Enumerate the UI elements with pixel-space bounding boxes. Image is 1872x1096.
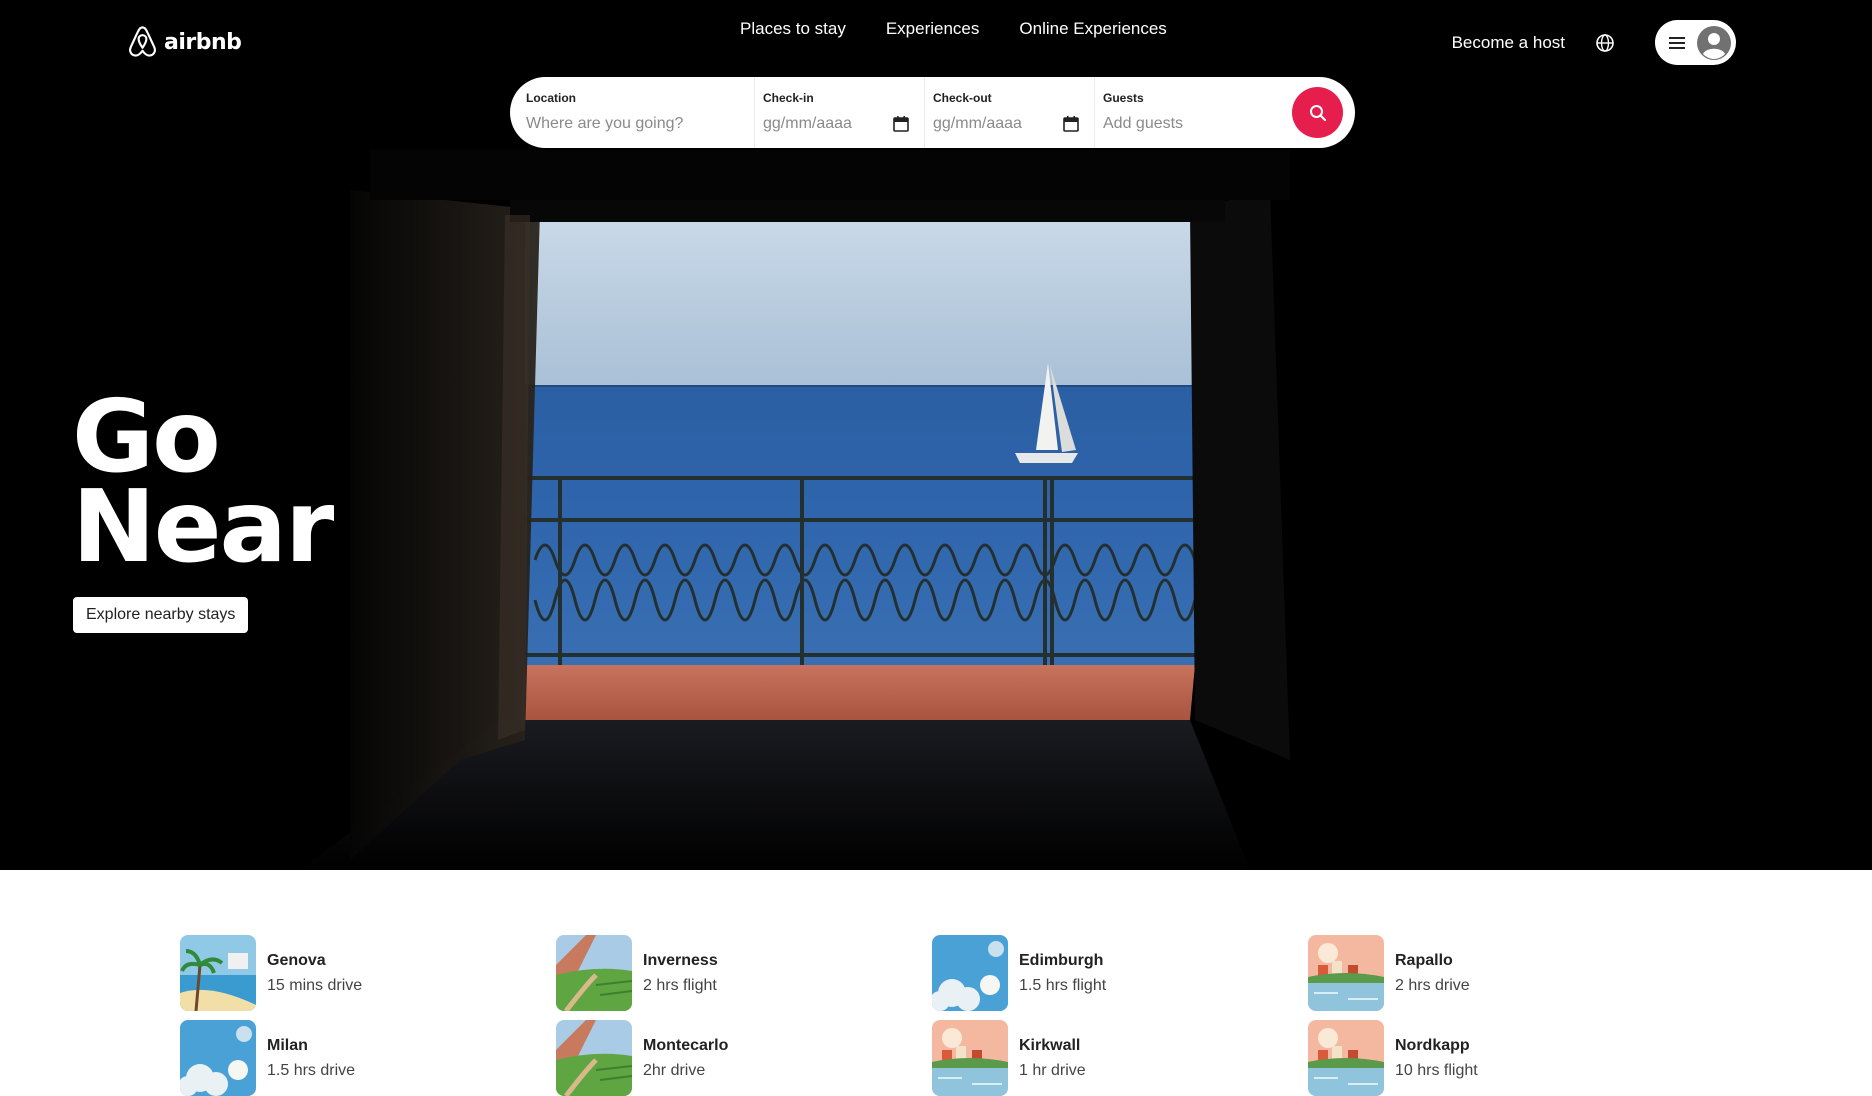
nearby-thumbnail	[180, 1020, 256, 1096]
airbnb-logo-icon	[129, 26, 156, 57]
logo-text: airbnb	[164, 29, 242, 55]
nearby-thumbnail-image	[932, 1020, 1008, 1096]
nearby-city-name: Milan	[267, 1036, 308, 1054]
nearby-thumbnail-image	[556, 935, 632, 1011]
calendar-icon[interactable]	[892, 115, 910, 133]
nearby-item[interactable]: Nordkapp 10 hrs flight	[1308, 1020, 1648, 1096]
nearby-distance: 1.5 hrs drive	[267, 1061, 356, 1079]
nearby-thumbnail-image	[1308, 935, 1384, 1011]
nearby-text: Nordkapp 10 hrs flight	[1395, 1036, 1478, 1081]
airbnb-logo[interactable]: airbnb	[127, 24, 242, 60]
checkin-field: Check-in	[754, 77, 924, 148]
nav-online-experiences[interactable]: Online Experiences	[1019, 19, 1166, 39]
header-actions: Become a host	[1452, 20, 1736, 65]
become-host-link[interactable]: Become a host	[1452, 33, 1565, 53]
checkin-input-wrap	[763, 105, 924, 133]
search-icon	[1309, 104, 1326, 121]
nearby-text: Genova 15 mins drive	[267, 951, 362, 996]
nearby-distance: 10 hrs flight	[1395, 1061, 1478, 1079]
nearby-text: Edimburgh 1.5 hrs flight	[1019, 951, 1106, 996]
nearby-distance: 1.5 hrs flight	[1019, 976, 1107, 994]
checkout-input-wrap	[933, 105, 1094, 133]
nearby-thumbnail	[932, 1020, 1008, 1096]
nearby-distance: 15 mins drive	[267, 976, 363, 994]
nearby-item[interactable]: Montecarlo 2hr drive	[556, 1020, 896, 1096]
guests-field: Guests	[1094, 77, 1274, 148]
guests-label: Guests	[1103, 91, 1144, 105]
nearby-thumbnail	[932, 935, 1008, 1011]
nearby-text: Rapallo 2 hrs drive	[1395, 951, 1470, 996]
nearby-item[interactable]: Kirkwall 1 hr drive	[932, 1020, 1272, 1096]
nearby-city-name: Nordkapp	[1395, 1036, 1470, 1054]
nearby-city-name: Edimburgh	[1019, 951, 1104, 969]
nearby-text: Milan 1.5 hrs drive	[267, 1036, 355, 1081]
guests-input[interactable]	[1103, 115, 1274, 133]
checkout-field: Check-out	[924, 77, 1094, 148]
nearby-city-name: Kirkwall	[1019, 1036, 1081, 1054]
nearby-item[interactable]: Rapallo 2 hrs drive	[1308, 935, 1648, 1011]
hero-title: Go Near	[72, 387, 334, 585]
nearby-thumbnail-image	[932, 935, 1008, 1011]
checkout-input[interactable]	[933, 115, 1043, 133]
globe-icon[interactable]	[1595, 33, 1615, 53]
top-nav: Places to stay Experiences Online Experi…	[740, 19, 1167, 39]
nearby-city-name: Genova	[267, 951, 326, 969]
nearby-thumbnail	[1308, 935, 1384, 1011]
calendar-icon[interactable]	[1062, 115, 1080, 133]
nearby-thumbnail	[556, 935, 632, 1011]
nearby-thumbnail	[1308, 1020, 1384, 1096]
nearby-distance: 2hr drive	[643, 1061, 706, 1079]
nearby-thumbnail-image	[180, 935, 256, 1011]
nearby-city-name: Rapallo	[1395, 951, 1453, 969]
user-menu-button[interactable]	[1655, 20, 1736, 65]
nearby-text: Kirkwall 1 hr drive	[1019, 1036, 1086, 1081]
search-button[interactable]	[1292, 87, 1343, 138]
nav-experiences[interactable]: Experiences	[886, 19, 980, 39]
nearby-thumbnail-image	[1308, 1020, 1384, 1096]
nearby-item[interactable]: Edimburgh 1.5 hrs flight	[932, 935, 1272, 1011]
nav-places-to-stay[interactable]: Places to stay	[740, 19, 846, 39]
nearby-distance: 2 hrs drive	[1395, 976, 1470, 994]
nearby-text: Inverness 2 hrs flight	[643, 951, 718, 996]
search-bar: Location Check-in Check-out	[510, 77, 1355, 148]
checkin-label: Check-in	[763, 91, 814, 105]
explore-nearby-button[interactable]: Explore nearby stays	[73, 597, 249, 633]
nearby-thumbnail	[556, 1020, 632, 1096]
checkout-label: Check-out	[933, 91, 992, 105]
location-label: Location	[526, 91, 576, 105]
hero-section: airbnb Places to stay Experiences Online…	[0, 0, 1872, 870]
nearby-item[interactable]: Milan 1.5 hrs drive	[180, 1020, 520, 1096]
nearby-distance: 2 hrs flight	[643, 976, 717, 994]
hamburger-icon	[1669, 36, 1685, 49]
location-field: Location	[510, 77, 754, 148]
nearby-item[interactable]: Inverness 2 hrs flight	[556, 935, 896, 1011]
nearby-thumbnail	[180, 935, 256, 1011]
nearby-city-name: Inverness	[643, 951, 718, 969]
checkin-input[interactable]	[763, 115, 873, 133]
hero-title-line-2: Near	[72, 468, 334, 585]
nearby-city-name: Montecarlo	[643, 1036, 729, 1054]
user-avatar-icon	[1697, 25, 1731, 60]
nearby-distance: 1 hr drive	[1019, 1061, 1086, 1079]
nearby-item[interactable]: Genova 15 mins drive	[180, 935, 520, 1011]
nearby-thumbnail-image	[180, 1020, 256, 1096]
location-input[interactable]	[526, 115, 754, 133]
nearby-text: Montecarlo 2hr drive	[643, 1036, 728, 1081]
nearby-thumbnail-image	[556, 1020, 632, 1096]
